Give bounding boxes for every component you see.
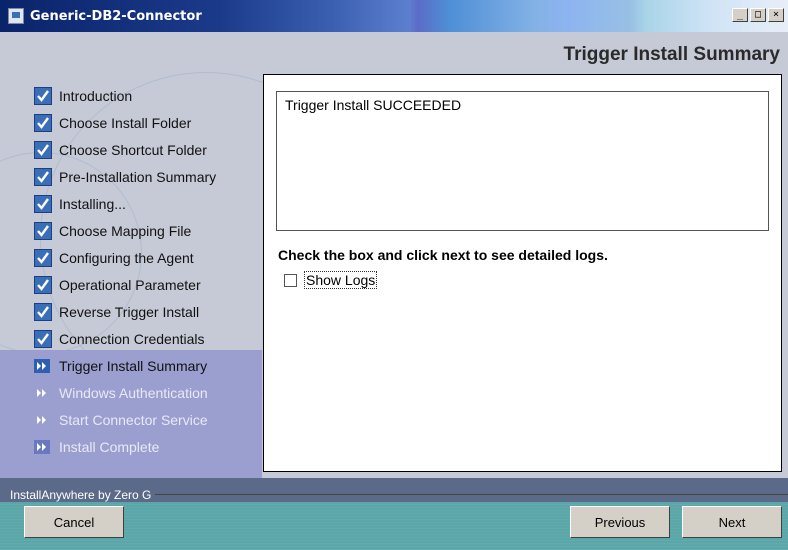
step-label: Start Connector Service — [59, 412, 208, 428]
summary-text-area[interactable]: Trigger Install SUCCEEDED — [276, 91, 769, 231]
step-label: Pre-Installation Summary — [59, 169, 217, 185]
content-panel: Trigger Install SUCCEEDED Check the box … — [263, 74, 782, 472]
step-label: Install Complete — [59, 439, 160, 455]
app-icon — [8, 8, 24, 24]
installer-window: Trigger Install Summary Introduction Choo… — [0, 32, 788, 550]
checkmark-icon — [34, 303, 52, 321]
step-label: Choose Mapping File — [59, 223, 192, 239]
divider — [155, 494, 788, 495]
checkmark-icon — [34, 276, 52, 294]
checkmark-icon — [34, 114, 52, 132]
checkmark-icon — [34, 222, 52, 240]
fast-forward-icon — [34, 386, 50, 400]
show-logs-checkbox[interactable]: Show Logs — [284, 271, 378, 289]
step-item: Install Complete — [34, 437, 159, 457]
step-label: Introduction — [59, 88, 133, 104]
show-logs-label[interactable]: Show Logs — [304, 271, 378, 289]
checkmark-icon — [34, 330, 52, 348]
step-item: Reverse Trigger Install — [34, 302, 199, 322]
window-title: Generic-DB2-Connector — [30, 8, 202, 24]
fast-forward-icon — [34, 413, 50, 427]
step-item: Windows Authentication — [34, 383, 208, 403]
next-button[interactable]: Next — [682, 506, 782, 538]
step-item: Choose Mapping File — [34, 221, 191, 241]
step-item: Start Connector Service — [34, 410, 208, 430]
checkmark-icon — [34, 87, 52, 105]
summary-text: Trigger Install SUCCEEDED — [285, 97, 462, 113]
previous-button[interactable]: Previous — [570, 506, 670, 538]
step-item: Configuring the Agent — [34, 248, 194, 268]
step-item: Choose Install Folder — [34, 113, 191, 133]
step-item: Connection Credentials — [34, 329, 205, 349]
checkmark-icon — [34, 195, 52, 213]
checkmark-icon — [34, 168, 52, 186]
title-bar[interactable]: Generic-DB2-Connector _ □ × — [0, 0, 788, 32]
cancel-button[interactable]: Cancel — [24, 506, 124, 538]
step-label: Choose Install Folder — [59, 115, 192, 131]
step-label: Choose Shortcut Folder — [59, 142, 207, 158]
step-label: Connection Credentials — [59, 331, 205, 347]
maximize-icon[interactable]: □ — [750, 8, 766, 22]
step-item: Installing... — [34, 194, 126, 214]
step-item: Choose Shortcut Folder — [34, 140, 207, 160]
step-item: Trigger Install Summary — [34, 356, 207, 376]
checkmark-icon — [34, 141, 52, 159]
steps-sidebar: Introduction Choose Install Folder Choose … — [0, 80, 262, 470]
brand-label: InstallAnywhere by Zero G — [10, 488, 152, 502]
checkmark-icon — [34, 249, 52, 267]
step-label: Trigger Install Summary — [59, 358, 208, 374]
step-label: Installing... — [59, 196, 126, 212]
close-icon[interactable]: × — [768, 8, 784, 22]
step-item: Operational Parameter — [34, 275, 201, 295]
fast-forward-icon — [34, 359, 50, 373]
step-label: Configuring the Agent — [59, 250, 194, 266]
checkbox-box[interactable] — [284, 273, 297, 287]
step-label: Reverse Trigger Install — [59, 304, 200, 320]
step-label: Operational Parameter — [59, 277, 201, 293]
instruction-text: Check the box and click next to see deta… — [278, 247, 608, 263]
step-item: Pre-Installation Summary — [34, 167, 216, 187]
minimize-icon[interactable]: _ — [732, 8, 748, 22]
fast-forward-icon — [34, 440, 50, 454]
step-item: Introduction — [34, 86, 132, 106]
step-label: Windows Authentication — [59, 385, 208, 401]
page-title: Trigger Install Summary — [563, 44, 780, 65]
window-controls: _ □ × — [732, 8, 784, 22]
